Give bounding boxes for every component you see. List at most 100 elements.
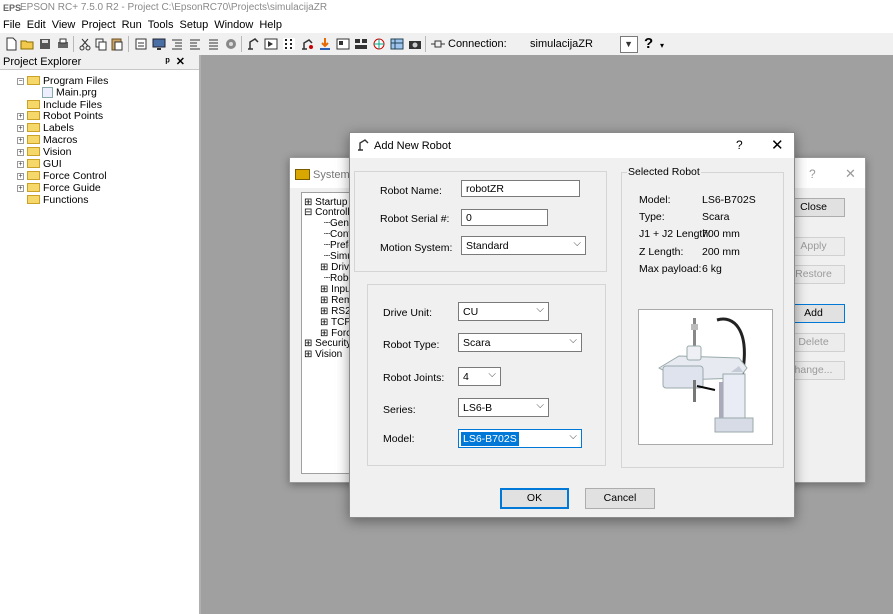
open-folder-icon[interactable] — [20, 37, 34, 51]
tree-item-rs232[interactable]: ⊞ RS2 — [320, 307, 351, 317]
expander-collapse-icon[interactable]: − — [17, 78, 24, 85]
copy-icon[interactable] — [94, 37, 108, 51]
expander-expand-icon[interactable]: + — [17, 185, 24, 192]
print-icon[interactable] — [56, 37, 70, 51]
io-monitor-icon[interactable] — [282, 37, 296, 51]
folder-icon — [27, 99, 40, 109]
cut-icon[interactable] — [78, 37, 92, 51]
tree-item-labels[interactable]: Labels — [27, 123, 74, 134]
help-icon[interactable]: ? — [736, 138, 743, 152]
tree-item-general[interactable]: ┈Gen — [324, 219, 349, 229]
expander-expand-icon[interactable]: + — [17, 113, 24, 120]
scara-robot-image — [657, 317, 754, 433]
close-icon[interactable]: ✕ — [771, 136, 784, 154]
selected-length-value: 700 mm — [702, 228, 740, 240]
series-label: Series: — [383, 404, 416, 416]
run-window-icon[interactable] — [264, 37, 278, 51]
robot-type-label: Robot Type: — [383, 339, 440, 351]
tree-item-controller[interactable]: ⊟ Controlle — [304, 208, 355, 218]
expander-expand-icon[interactable]: + — [17, 125, 24, 132]
tree-item-inputs[interactable]: ⊞ Inpu — [320, 285, 351, 295]
force-icon[interactable] — [372, 37, 386, 51]
paste-icon[interactable] — [110, 37, 124, 51]
help-icon[interactable]: ? — [809, 167, 816, 181]
app-logo-icon: EPS — [3, 3, 22, 13]
expander-expand-icon[interactable]: + — [17, 149, 24, 156]
drive-unit-select[interactable]: CU ⌵ — [458, 302, 549, 321]
new-file-icon[interactable] — [4, 37, 18, 51]
series-select[interactable]: LS6-B ⌵ — [458, 398, 549, 417]
menu-window[interactable]: Window — [211, 17, 256, 33]
folder-icon — [27, 122, 40, 132]
menu-file[interactable]: File — [0, 17, 24, 33]
menu-help[interactable]: Help — [256, 17, 285, 33]
help-icon[interactable]: ? — [644, 35, 653, 52]
expander-expand-icon[interactable]: + — [17, 173, 24, 180]
vision-icon[interactable] — [336, 37, 350, 51]
tree-item-macros[interactable]: Macros — [27, 135, 77, 146]
selected-length-key: J1 + J2 Length: — [639, 228, 712, 240]
tree-item-vision[interactable]: Vision — [27, 147, 71, 158]
expander-expand-icon[interactable]: + — [17, 161, 24, 168]
robot-manager-icon[interactable] — [246, 37, 260, 51]
tree-item-security[interactable]: ⊞ Security — [304, 339, 351, 349]
connection-combo[interactable]: simulacijaZR — [527, 36, 611, 53]
monitor-icon[interactable] — [152, 37, 166, 51]
cancel-button[interactable]: Cancel — [585, 488, 655, 509]
tree-item-configuration[interactable]: ┈Conf — [324, 230, 351, 240]
selected-type-value: Scara — [702, 211, 730, 223]
tree-item-functions[interactable]: Functions — [27, 195, 89, 206]
chevron-down-icon: ⌵ — [536, 400, 544, 411]
robot-type-select[interactable]: Scara ⌵ — [458, 333, 582, 352]
gui-builder-icon[interactable] — [354, 37, 368, 51]
outdent-icon[interactable] — [188, 37, 202, 51]
close-icon[interactable]: ✕ — [176, 56, 191, 68]
pin-icon[interactable]: ᵖ — [165, 56, 175, 68]
motion-system-select[interactable]: Standard ⌵ — [461, 236, 586, 255]
robot-name-input[interactable]: robotZR — [461, 180, 580, 197]
camera-icon[interactable] — [408, 37, 422, 51]
toolbar-overflow-icon[interactable]: ▾ — [660, 41, 664, 50]
robot-jog-icon[interactable] — [300, 37, 314, 51]
model-select[interactable]: LS6-B702S ⌵ — [458, 429, 582, 448]
robot-preview-image — [638, 309, 773, 445]
menu-run[interactable]: Run — [119, 17, 145, 33]
folder-icon — [27, 134, 40, 144]
edit-icon[interactable] — [134, 37, 148, 51]
robot-icon — [356, 138, 370, 152]
tree-item-tcp[interactable]: ⊞ TCP — [320, 318, 351, 328]
chevron-down-icon: ▼ — [624, 39, 633, 49]
indent-icon[interactable] — [170, 37, 184, 51]
selected-z-key: Z Length: — [639, 246, 684, 258]
menu-project[interactable]: Project — [78, 17, 118, 33]
ok-button[interactable]: OK — [500, 488, 569, 509]
tree-item-robot-points[interactable]: Robot Points — [27, 111, 103, 122]
tree-item-remote[interactable]: ⊞ Rem — [320, 296, 352, 306]
selected-type-key: Type: — [639, 211, 665, 223]
menu-view[interactable]: View — [49, 17, 79, 33]
menu-tools[interactable]: Tools — [145, 17, 177, 33]
connection-dropdown-button[interactable]: ▼ — [620, 36, 638, 53]
expander-expand-icon[interactable]: + — [17, 137, 24, 144]
menu-setup[interactable]: Setup — [176, 17, 211, 33]
robot-joints-select[interactable]: 4 ⌵ — [458, 367, 501, 386]
tree-item-main-prg[interactable]: Main.prg — [42, 87, 97, 98]
tree-item-force-control[interactable]: Force Control — [27, 171, 107, 182]
download-icon[interactable] — [318, 37, 332, 51]
project-explorer-header: Project Explorer ᵖ✕ — [0, 55, 199, 70]
chevron-down-icon: ⌵ — [488, 369, 496, 380]
list-icon[interactable] — [206, 37, 220, 51]
folder-icon — [27, 75, 40, 85]
table-icon[interactable] — [390, 37, 404, 51]
connection-label: Connection: — [448, 38, 507, 50]
menu-edit[interactable]: Edit — [24, 17, 49, 33]
save-all-icon[interactable] — [38, 37, 52, 51]
add-robot-title: Add New Robot — [374, 140, 452, 152]
tree-item-vision[interactable]: ⊞ Vision — [304, 350, 342, 360]
close-icon[interactable]: ✕ — [845, 166, 856, 182]
model-label: Model: — [383, 433, 415, 445]
robot-serial-input[interactable]: 0 — [461, 209, 548, 226]
tree-item-force-guide[interactable]: Force Guide — [27, 183, 101, 194]
disc-icon[interactable] — [224, 37, 238, 51]
tree-item-gui[interactable]: GUI — [27, 159, 62, 170]
